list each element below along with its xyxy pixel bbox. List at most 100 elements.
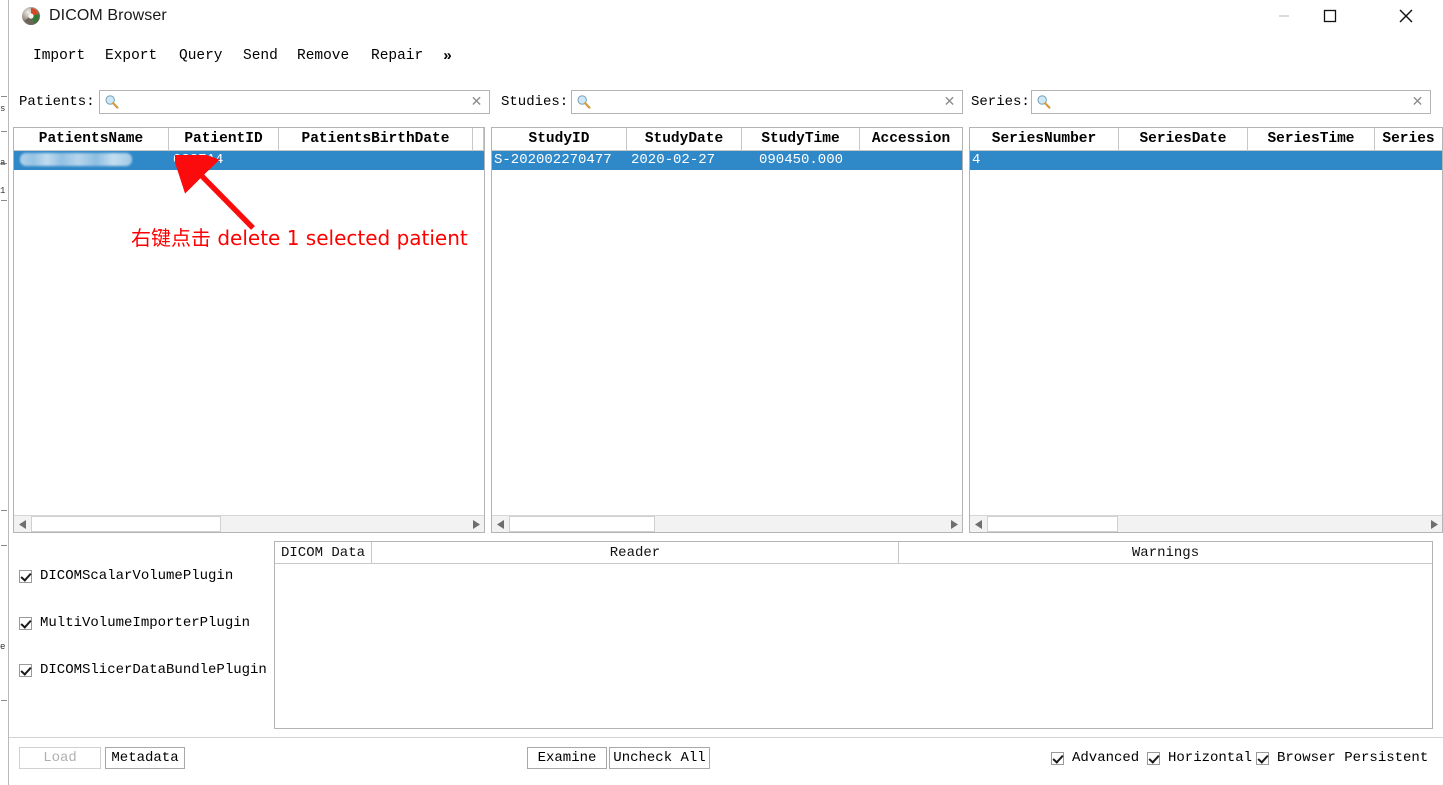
table-row[interactable]: S-202002270477 2020-02-27 090450.000: [492, 151, 962, 170]
scroll-left-icon[interactable]: [970, 516, 987, 532]
scrollbar-thumb[interactable]: [509, 516, 655, 532]
metadata-button[interactable]: Metadata: [105, 747, 185, 769]
studies-column-studyid[interactable]: StudyID: [492, 128, 627, 150]
cell-patientid: 0227A4: [173, 152, 224, 168]
patients-column-patientid[interactable]: PatientID: [169, 128, 279, 150]
background-window-sliver: s a 1 e: [0, 0, 9, 785]
scroll-left-icon[interactable]: [492, 516, 509, 532]
series-search-box[interactable]: ✕: [1031, 90, 1431, 114]
toolbar-send-button[interactable]: Send: [237, 44, 284, 68]
data-column-dicom-data[interactable]: DICOM Data: [275, 542, 372, 563]
studies-column-studytime[interactable]: StudyTime: [742, 128, 860, 150]
maximize-icon: [1323, 9, 1337, 23]
minimize-button[interactable]: [1261, 0, 1307, 32]
horizontal-checkbox[interactable]: Horizontal: [1147, 750, 1252, 766]
patients-horizontal-scrollbar[interactable]: [14, 515, 484, 532]
studies-horizontal-scrollbar[interactable]: [492, 515, 962, 532]
dicom-data-table-header: DICOM Data Reader Warnings: [275, 542, 1432, 564]
browser-persistent-checkbox[interactable]: Browser Persistent: [1256, 750, 1428, 766]
dicom-browser-window: DICOM Browser Import Export Query Send R…: [9, 0, 1443, 785]
studies-search-clear-icon[interactable]: ✕: [942, 93, 957, 109]
scroll-right-icon[interactable]: [945, 516, 962, 532]
plugin-checkbox-list: DICOMScalarVolumePlugin MultiVolumeImpor…: [19, 565, 279, 706]
series-column-seriesnumber[interactable]: SeriesNumber: [970, 128, 1119, 150]
toolbar-import-button[interactable]: Import: [27, 44, 91, 68]
data-column-reader[interactable]: Reader: [372, 542, 899, 563]
patients-search-box[interactable]: ✕: [99, 90, 490, 114]
maximize-button[interactable]: [1307, 0, 1353, 32]
series-table-header: SeriesNumber SeriesDate SeriesTime Serie…: [970, 128, 1442, 151]
series-column-seriesdescription[interactable]: Series: [1375, 128, 1442, 150]
cell-studyid: S-202002270477: [494, 152, 612, 168]
advanced-checkbox[interactable]: Advanced: [1051, 750, 1139, 766]
title-bar: DICOM Browser: [9, 0, 1443, 40]
plugin-label: DICOMScalarVolumePlugin: [40, 568, 234, 584]
series-search-input[interactable]: [1056, 92, 1414, 112]
checkbox-checked-icon[interactable]: [19, 569, 32, 583]
studies-table-header: StudyID StudyDate StudyTime Accession: [492, 128, 962, 151]
search-row: Patients: ✕ Studies: ✕ Series: ✕: [9, 90, 1443, 118]
scrollbar-track[interactable]: [987, 516, 1425, 532]
scroll-right-icon[interactable]: [1425, 516, 1442, 532]
dicom-browser-app-icon: [21, 6, 41, 26]
series-search-clear-icon[interactable]: ✕: [1410, 93, 1425, 109]
studies-column-accessionnumber[interactable]: Accession: [860, 128, 962, 150]
data-column-warnings[interactable]: Warnings: [899, 542, 1432, 563]
studies-search-label: Studies:: [501, 94, 569, 110]
patients-column-patientsbirthdate[interactable]: PatientsBirthDate: [279, 128, 473, 150]
checkbox-checked-icon[interactable]: [1051, 751, 1064, 765]
checkbox-checked-icon[interactable]: [1147, 751, 1160, 765]
studies-search-input[interactable]: [596, 92, 946, 112]
browser-persistent-label: Browser Persistent: [1277, 750, 1429, 766]
studies-search-box[interactable]: ✕: [571, 90, 963, 114]
studies-column-studydate[interactable]: StudyDate: [627, 128, 742, 150]
patients-column-patientsname[interactable]: PatientsName: [14, 128, 169, 150]
magnifier-icon: [104, 94, 119, 109]
plugin-checkbox-multi-volume-importer-plugin[interactable]: MultiVolumeImporterPlugin: [19, 612, 279, 634]
advanced-label: Advanced: [1072, 750, 1140, 766]
cell-patientsname: [14, 151, 169, 170]
series-column-seriesdate[interactable]: SeriesDate: [1119, 128, 1248, 150]
patients-table-panel: PatientsName PatientID PatientsBirthDate…: [13, 127, 485, 533]
patients-search-clear-icon[interactable]: ✕: [469, 93, 484, 109]
plugin-checkbox-dicom-slicer-data-bundle-plugin[interactable]: DICOMSlicerDataBundlePlugin: [19, 659, 279, 681]
magnifier-icon: [1036, 94, 1051, 109]
patients-table-header: PatientsName PatientID PatientsBirthDate: [14, 128, 484, 151]
series-table-body: 4: [970, 151, 1442, 170]
uncheck-all-button[interactable]: Uncheck All: [609, 747, 710, 769]
magnifier-icon: [576, 94, 591, 109]
plugin-checkbox-dicom-scalar-volume-plugin[interactable]: DICOMScalarVolumePlugin: [19, 565, 279, 587]
scrollbar-thumb[interactable]: [31, 516, 221, 532]
studies-table-panel: StudyID StudyDate StudyTime Accession S-…: [491, 127, 963, 533]
plugin-label: DICOMSlicerDataBundlePlugin: [40, 662, 267, 678]
checkbox-checked-icon[interactable]: [19, 663, 32, 677]
studies-table-body: S-202002270477 2020-02-27 090450.000: [492, 151, 962, 170]
table-row[interactable]: 0227A4: [14, 151, 484, 170]
scroll-left-icon[interactable]: [14, 516, 31, 532]
cell-seriesnumber: 4: [972, 152, 981, 168]
checkbox-checked-icon[interactable]: [19, 616, 32, 630]
toolbar: Import Export Query Send Remove Repair »: [9, 44, 1443, 78]
table-row[interactable]: 4: [970, 151, 1442, 170]
toolbar-repair-button[interactable]: Repair: [365, 44, 429, 68]
series-horizontal-scrollbar[interactable]: [970, 515, 1442, 532]
close-button[interactable]: [1383, 0, 1429, 32]
patients-search-label: Patients:: [19, 94, 95, 110]
toolbar-overflow-button[interactable]: »: [437, 44, 458, 69]
series-search-label: Series:: [971, 94, 1030, 110]
scrollbar-track[interactable]: [31, 516, 467, 532]
toolbar-remove-button[interactable]: Remove: [291, 44, 355, 68]
series-column-seriestime[interactable]: SeriesTime: [1248, 128, 1375, 150]
horizontal-label: Horizontal: [1168, 750, 1253, 766]
load-button[interactable]: Load: [19, 747, 101, 769]
scrollbar-track[interactable]: [509, 516, 945, 532]
examine-button[interactable]: Examine: [527, 747, 607, 769]
checkbox-checked-icon[interactable]: [1256, 751, 1269, 765]
scroll-right-icon[interactable]: [467, 516, 484, 532]
toolbar-export-button[interactable]: Export: [99, 44, 163, 68]
patients-search-input[interactable]: [124, 92, 474, 112]
toolbar-query-button[interactable]: Query: [173, 44, 229, 68]
cell-studytime: 090450.000: [758, 152, 843, 168]
patients-column-filler: [473, 128, 484, 150]
scrollbar-thumb[interactable]: [987, 516, 1118, 532]
